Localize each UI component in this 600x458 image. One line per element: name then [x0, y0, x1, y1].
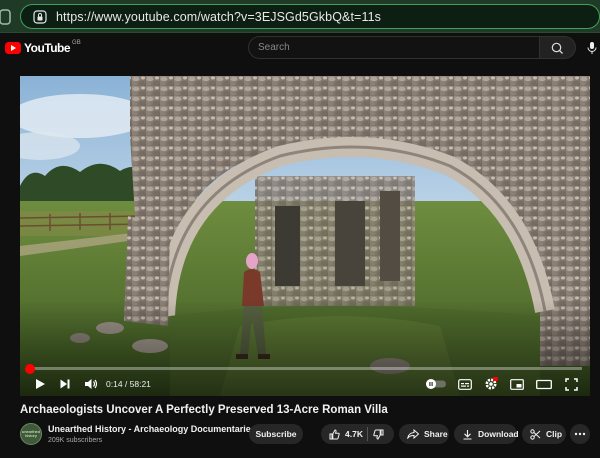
next-button[interactable]	[57, 375, 73, 393]
tab-edge-icon	[0, 9, 11, 25]
thumbs-up-icon	[329, 428, 340, 439]
video-title: Archaeologists Uncover A Perfectly Prese…	[20, 404, 388, 416]
share-icon	[407, 429, 419, 439]
time-display: 0:14 / 58:21	[106, 379, 151, 389]
theater-icon	[536, 379, 552, 389]
miniplayer-icon	[510, 378, 524, 390]
video-player[interactable]: 0:14 / 58:21	[20, 76, 590, 396]
subscribe-label: Subscribe	[255, 429, 297, 439]
channel-avatar[interactable]: unearthed history	[20, 423, 42, 445]
thumbs-down-icon	[373, 429, 384, 440]
address-bar[interactable]: https://www.youtube.com/watch?v=3EJSGd5G…	[20, 4, 600, 29]
like-dislike-group: 4.7K	[321, 424, 394, 444]
autoplay-toggle-icon	[426, 379, 446, 389]
fullscreen-icon	[564, 377, 578, 391]
scissors-icon	[530, 428, 541, 440]
dislike-button[interactable]	[373, 429, 384, 440]
volume-icon	[85, 379, 98, 389]
progress-bar[interactable]	[25, 363, 582, 374]
play-icon	[36, 379, 45, 389]
settings-icon	[485, 377, 498, 390]
download-icon	[463, 429, 472, 440]
subscribe-button[interactable]: Subscribe	[249, 424, 303, 444]
autoplay-toggle[interactable]	[424, 375, 448, 393]
search-input[interactable]: Search	[248, 36, 540, 59]
clip-label: Clip	[546, 429, 563, 439]
settings-button[interactable]	[482, 375, 500, 393]
avatar-text: unearthed history	[21, 428, 40, 438]
clip-button[interactable]: Clip	[522, 424, 566, 444]
subtitles-icon	[458, 378, 472, 390]
like-button[interactable]	[329, 428, 340, 440]
subtitles-button[interactable]	[456, 375, 474, 393]
video-frame	[20, 76, 590, 396]
theater-mode-button[interactable]	[534, 375, 554, 393]
youtube-logo-icon	[5, 42, 21, 54]
youtube-logo[interactable]: YouTube GB	[5, 40, 81, 56]
fullscreen-button[interactable]	[562, 375, 580, 393]
miniplayer-button[interactable]	[508, 375, 526, 393]
url-text[interactable]: https://www.youtube.com/watch?v=3EJSGd5G…	[56, 10, 381, 24]
download-label: Download	[478, 429, 519, 439]
player-controls: 0:14 / 58:21	[20, 372, 590, 396]
share-button[interactable]: Share	[399, 424, 449, 444]
like-count[interactable]: 4.7K	[345, 429, 363, 439]
share-label: Share	[424, 429, 448, 439]
search-button[interactable]	[540, 36, 576, 59]
channel-name[interactable]: Unearthed History - Archaeology Document…	[48, 424, 256, 434]
country-code: GB	[72, 40, 81, 46]
download-button[interactable]: Download	[454, 424, 519, 444]
volume-button[interactable]	[82, 375, 100, 393]
play-button[interactable]	[32, 375, 48, 393]
logo-text: YouTube	[24, 41, 71, 55]
more-actions-button[interactable]	[570, 424, 590, 444]
more-horizontal-icon	[574, 432, 586, 436]
site-info-icon[interactable]	[33, 10, 47, 24]
subscriber-count: 209K subscribers	[48, 437, 103, 444]
next-icon	[60, 379, 70, 389]
search-placeholder: Search	[258, 42, 290, 53]
browser-toolbar: https://www.youtube.com/watch?v=3EJSGd5G…	[0, 0, 600, 33]
like-divider	[367, 427, 368, 441]
search-icon	[551, 42, 563, 54]
microphone-icon[interactable]	[586, 41, 598, 55]
youtube-header: YouTube GB Search	[0, 33, 600, 63]
